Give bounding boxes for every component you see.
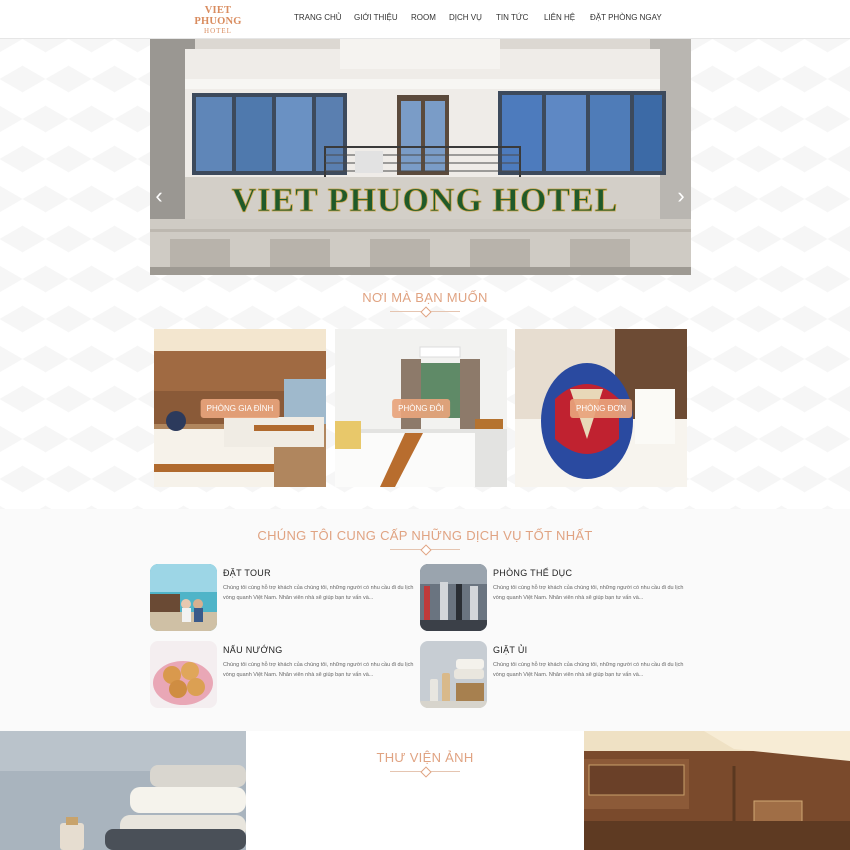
rooms-section-title: NƠI MÀ BẠN MUỐN <box>362 290 488 305</box>
room-label: PHÒNG ĐƠN <box>570 399 632 418</box>
service-desc: Chúng tôi cùng hỗ trợ khách của chúng tô… <box>493 585 684 601</box>
room-card-single[interactable]: PHÒNG ĐƠN <box>515 329 687 487</box>
service-name: GIẶT ỦI <box>493 645 528 655</box>
service-item-tour[interactable]: ĐẶT TOUR Chúng tôi cùng hỗ trợ khách của… <box>150 564 420 632</box>
service-name: PHÒNG THỂ DỤC <box>493 568 573 578</box>
logo-line2: HOTEL <box>204 27 232 35</box>
title-ornament <box>390 308 460 314</box>
title-ornament <box>390 768 460 774</box>
gallery-image-towels[interactable] <box>0 731 246 850</box>
nav-item-services[interactable]: DỊCH VỤ <box>449 13 482 22</box>
nav-item-contact[interactable]: LIÊN HỆ <box>544 13 575 22</box>
slider-prev-arrow[interactable]: ‹ <box>152 184 166 208</box>
logo-line1: VIET PHUONG <box>194 5 242 27</box>
room-label: PHÒNG GIA ĐÌNH <box>200 399 280 418</box>
site-header: VIET PHUONG HOTEL TRANG CHỦ GIỚI THIỆU R… <box>0 0 850 39</box>
slider-next-arrow[interactable]: › <box>674 184 688 208</box>
service-desc: Chúng tôi cùng hỗ trợ khách của chúng tô… <box>493 662 684 678</box>
nav-item-about[interactable]: GIỚI THIỆU <box>354 13 398 22</box>
nav-item-book-now[interactable]: ĐẶT PHÒNG NGAY <box>590 13 662 22</box>
hotel-sign-text: VIET PHUONG HOTEL <box>232 182 619 219</box>
room-card-family[interactable]: PHÒNG GIA ĐÌNH <box>154 329 326 487</box>
service-item-cooking[interactable]: NẤU NƯỚNG Chúng tôi cùng hỗ trợ khách củ… <box>150 641 420 709</box>
title-ornament <box>390 546 460 552</box>
nav-item-home[interactable]: TRANG CHỦ <box>294 13 342 22</box>
gym-image <box>420 564 487 631</box>
tour-image <box>150 564 217 631</box>
gallery-image-room[interactable] <box>584 731 850 850</box>
logo[interactable]: VIET PHUONG HOTEL <box>186 5 250 35</box>
service-name: NẤU NƯỚNG <box>223 645 283 655</box>
room-card-double[interactable]: PHÒNG ĐÔI <box>335 329 507 487</box>
hero-slider[interactable]: VIET PHUONG HOTEL ‹ › <box>150 39 691 275</box>
services-section-title: CHÚNG TÔI CUNG CẤP NHỮNG DỊCH VỤ TỐT NHẤ… <box>257 528 593 543</box>
service-item-laundry[interactable]: GIẶT ỦI Chúng tôi cùng hỗ trợ khách của … <box>420 641 690 709</box>
service-item-gym[interactable]: PHÒNG THỂ DỤC Chúng tôi cùng hỗ trợ khác… <box>420 564 690 632</box>
hotel-facade-image: VIET PHUONG HOTEL <box>150 39 691 275</box>
cooking-image <box>150 641 217 708</box>
room-label: PHÒNG ĐÔI <box>392 399 450 418</box>
laundry-image <box>420 641 487 708</box>
service-desc: Chúng tôi cùng hỗ trợ khách của chúng tô… <box>223 585 414 601</box>
service-desc: Chúng tôi cùng hỗ trợ khách của chúng tô… <box>223 662 414 678</box>
nav-item-room[interactable]: ROOM <box>411 13 436 22</box>
service-name: ĐẶT TOUR <box>223 568 271 578</box>
nav-item-news[interactable]: TIN TỨC <box>496 13 528 22</box>
